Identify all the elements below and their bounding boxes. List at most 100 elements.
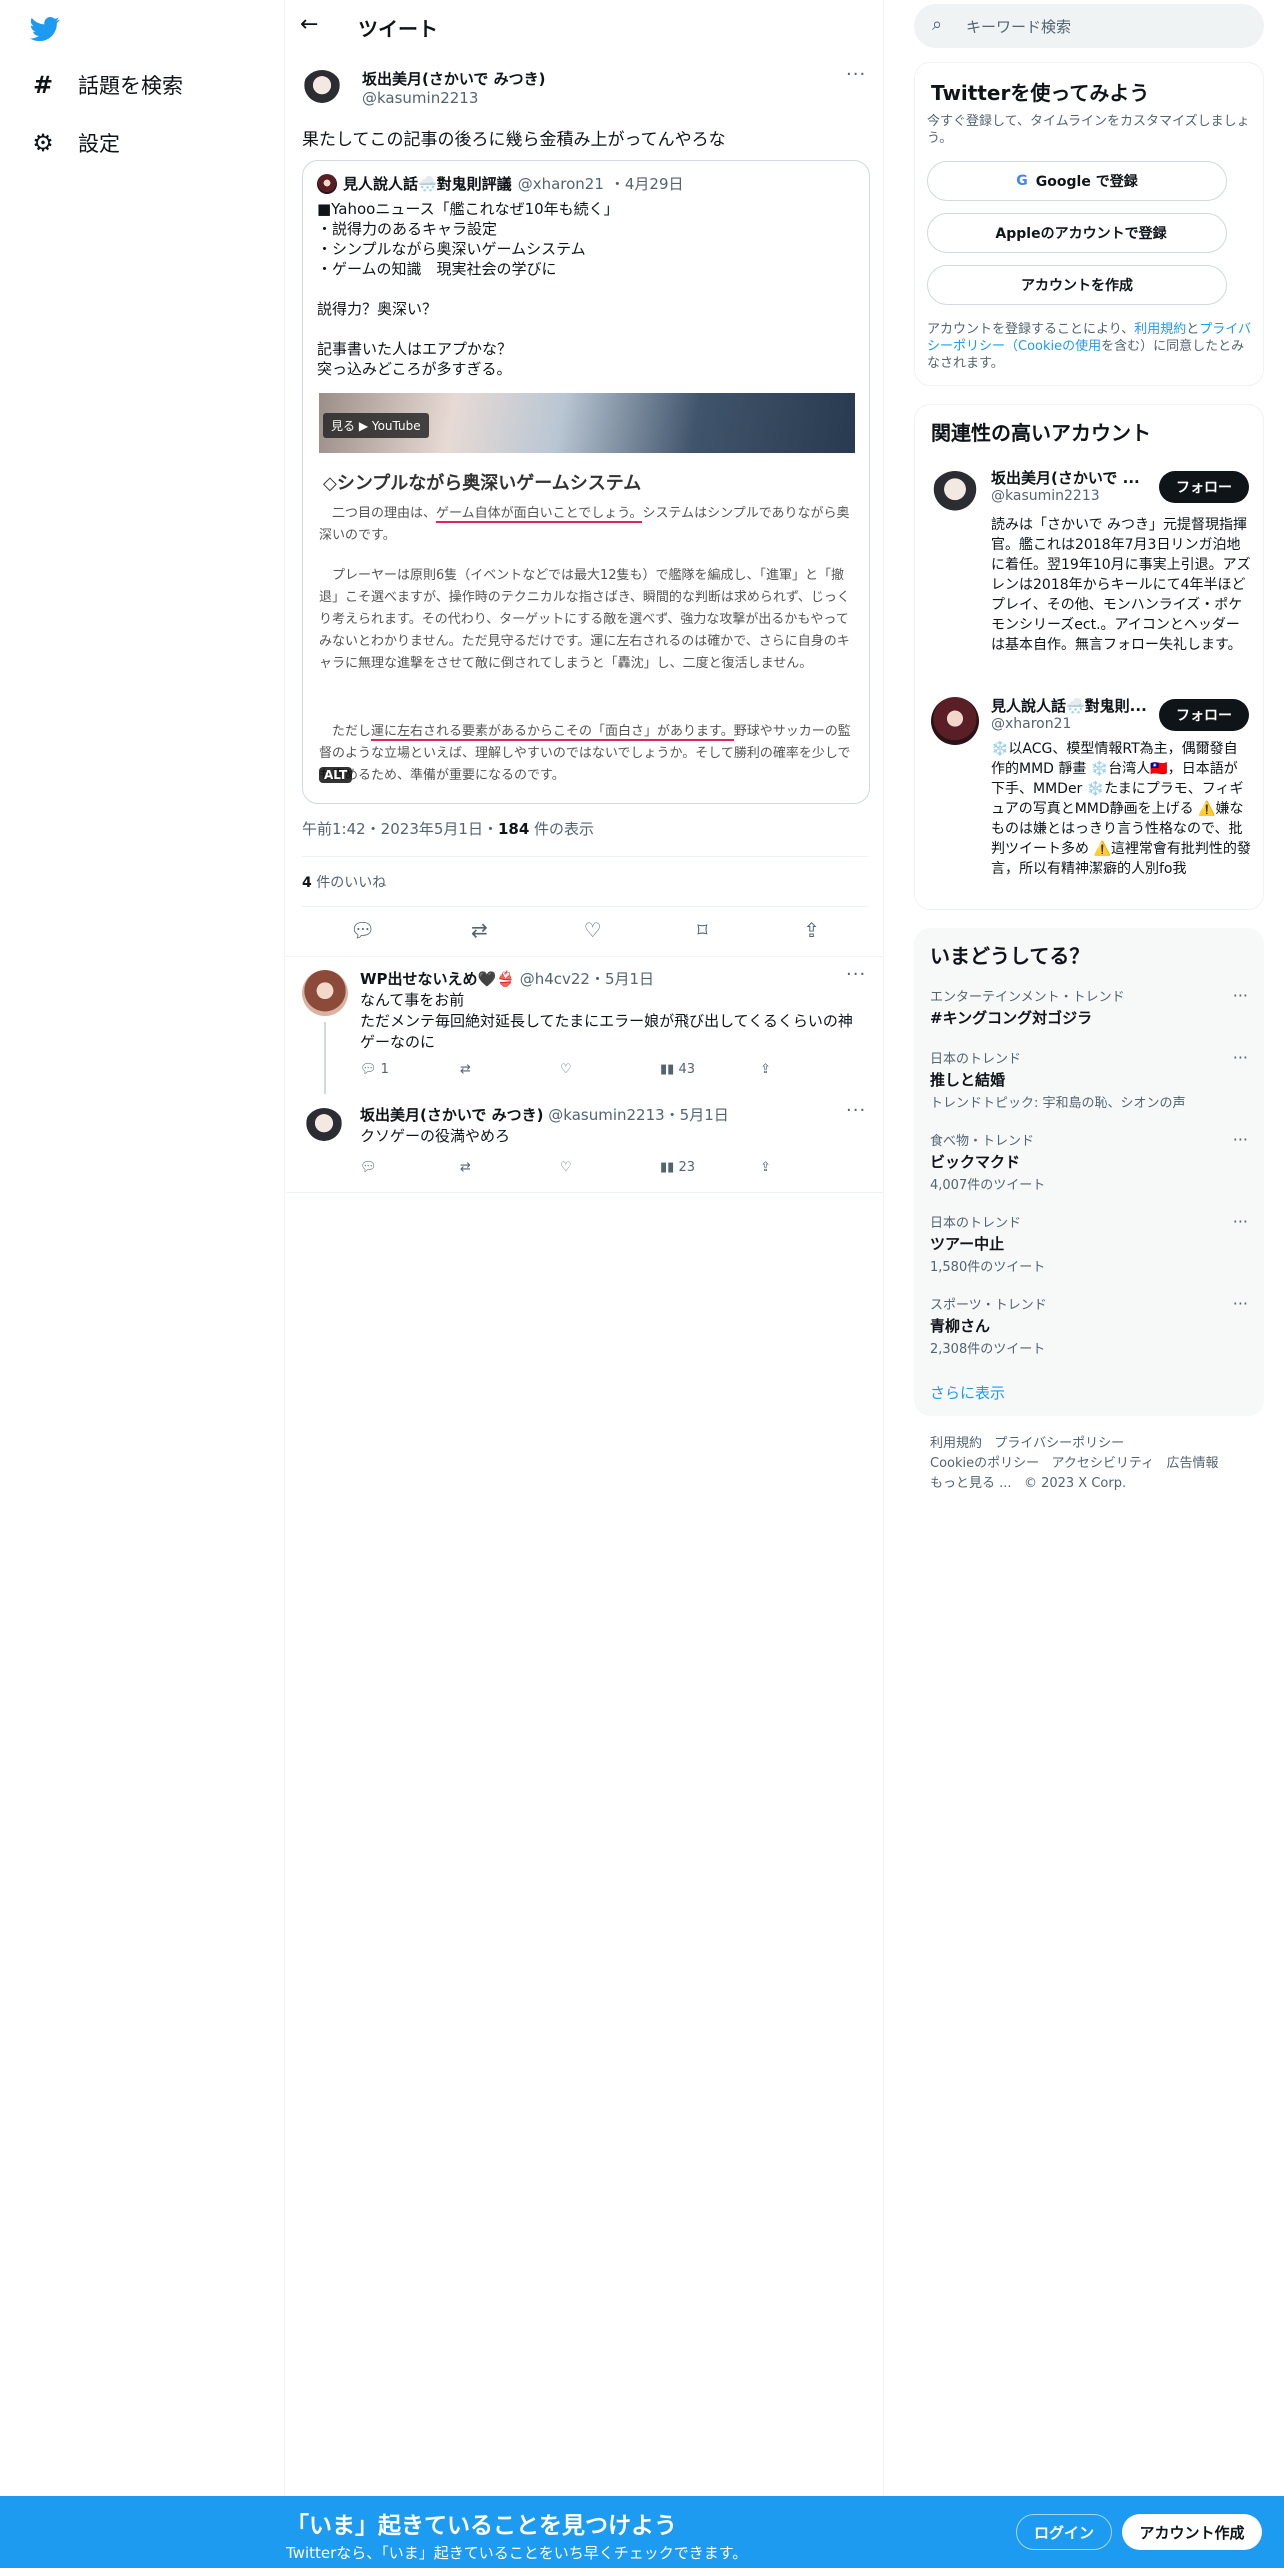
trend-title: 推しと結婚 <box>930 1071 1006 1089</box>
left-sidebar: # 話題を検索 ⚙ 設定 <box>0 0 285 2568</box>
trend-title: #キングコング対ゴジラ <box>930 1009 1093 1027</box>
footer-more[interactable]: もっと見る ... <box>930 1476 1012 1491</box>
likes-label: 件のいいね <box>311 875 387 891</box>
article-text: 二つ目の理由は、 <box>319 506 437 521</box>
reply-header: WP出せないえめ🖤👙 @h4cv22・5月1日 <box>360 968 654 989</box>
like-icon[interactable]: ♡ <box>560 1160 660 1175</box>
quote-image[interactable]: 見る ▶ YouTube ◇シンプルながら奥深いゲームシステム 二つ目の理由は、… <box>319 393 855 789</box>
more-icon[interactable]: ··· <box>846 964 866 985</box>
avatar[interactable] <box>302 70 342 110</box>
reply-author-name[interactable]: 坂出美月(さかいで みつき) <box>360 1106 543 1124</box>
trend-title: 青柳さん <box>930 1317 991 1335</box>
trend-item[interactable]: 食べ物・トレンド ビックマクド 4,007件のツイート ··· <box>930 1130 1248 1193</box>
show-more-link[interactable]: さらに表示 <box>930 1382 1005 1403</box>
tweet-author[interactable]: 坂出美月(さかいで みつき) @kasumin2213 <box>362 68 545 107</box>
cookie-link[interactable]: （Cookieの使用 <box>1005 339 1101 354</box>
footer-ads[interactable]: 広告情報 <box>1167 1456 1219 1471</box>
trends-card: いまどうしてる？ エンターテインメント・トレンド #キングコング対ゴジラ ···… <box>914 928 1264 1416</box>
signup-title: Twitterを使ってみよう <box>931 81 1150 105</box>
more-icon[interactable]: ··· <box>846 1100 866 1121</box>
search-input[interactable]: キーワード検索 <box>966 16 1071 37</box>
more-icon[interactable]: ··· <box>1233 1212 1248 1231</box>
reply-author-handle: @kasumin2213 <box>548 1106 665 1124</box>
trend-category: 日本のトレンド <box>930 1052 1022 1067</box>
account-name: 見人說人話🌨️對鬼則... <box>991 697 1147 715</box>
retweet-icon[interactable]: ⇄ <box>460 1160 560 1175</box>
bottom-bar-subtitle: Twitterなら、「いま」起きていることをいち早くチェックできます。 <box>286 2544 748 2562</box>
tweet-timestamp[interactable]: 午前1:42・2023年5月1日・ <box>302 820 498 838</box>
nav-settings[interactable]: ⚙ 設定 <box>28 128 120 158</box>
follow-button[interactable]: フォロー <box>1159 471 1249 503</box>
likes-stat[interactable]: 4 件のいいね <box>302 872 386 892</box>
share-icon[interactable]: ⇪ <box>760 1062 860 1077</box>
apple-signup-button[interactable]: Appleのアカウントで登録 <box>927 213 1227 253</box>
retweet-icon[interactable]: ⇄ <box>460 1062 560 1077</box>
create-account-button[interactable]: アカウントを作成 <box>927 265 1227 305</box>
views-button[interactable]: ▮▮ 23 <box>660 1160 760 1175</box>
account-handle: @xharon21 <box>991 716 1072 732</box>
google-icon: G <box>1016 173 1028 189</box>
share-icon[interactable]: ⇪ <box>760 1160 860 1175</box>
footer-privacy[interactable]: プライバシーポリシー <box>994 1436 1124 1451</box>
reply-button[interactable]: 💬︎ <box>360 1160 460 1175</box>
like-icon[interactable]: ♡ <box>584 918 602 942</box>
avatar[interactable] <box>931 697 979 745</box>
trend-item[interactable]: 日本のトレンド 推しと結婚 トレンドトピック: 宇和島の恥、シオンの声 ··· <box>930 1048 1248 1111</box>
trend-extra: トレンドトピック: 宇和島の恥、シオンの声 <box>930 1096 1186 1111</box>
reply-tweet[interactable]: WP出せないえめ🖤👙 @h4cv22・5月1日 ··· なんて事をお前 ただメン… <box>286 956 884 1098</box>
trend-item[interactable]: エンターテインメント・トレンド #キングコング対ゴジラ ··· <box>930 986 1248 1028</box>
trend-count: 1,580件のツイート <box>930 1260 1046 1275</box>
more-icon[interactable]: ··· <box>1233 1294 1248 1313</box>
reply-tweet[interactable]: 坂出美月(さかいで みつき) @kasumin2213・5月1日 ··· クソゲ… <box>286 1098 884 1194</box>
quote-tweet[interactable]: 見人說人話🌨️對鬼則評議 @xharon21 ・4月29日 ■Yahooニュース… <box>302 160 870 804</box>
video-thumbnail[interactable]: 見る ▶ YouTube <box>319 393 855 453</box>
avatar[interactable] <box>931 471 979 519</box>
article-heading: ◇シンプルながら奥深いゲームシステム <box>323 473 642 494</box>
retweet-icon[interactable]: ⇄ <box>471 918 488 942</box>
terms-link[interactable]: 利用規約 <box>1134 322 1186 337</box>
reply-icon[interactable]: 💬︎ <box>350 918 375 942</box>
reply-button[interactable]: 💬︎ 1 <box>360 1062 460 1077</box>
google-signup-button[interactable]: G Google で登録 <box>927 161 1227 201</box>
signup-subtitle: 今すぐ登録して、タイムラインをカスタマイズしましょう。 <box>927 114 1250 146</box>
article-paragraph: ただし運に左右される要素があるからこその「面白さ」があります。野球やサッカーの監… <box>319 721 855 787</box>
more-icon[interactable]: ··· <box>846 64 866 85</box>
author-handle: @kasumin2213 <box>362 89 479 107</box>
like-icon[interactable]: ♡ <box>560 1062 660 1077</box>
nav-explore[interactable]: # 話題を検索 <box>28 70 183 100</box>
search-bar[interactable]: ⌕ キーワード検索 <box>914 4 1264 48</box>
login-button[interactable]: ログイン <box>1016 2514 1112 2550</box>
avatar[interactable] <box>302 970 348 1016</box>
views-label: 件の表示 <box>529 820 595 838</box>
article-highlight: ゲーム自体が面白いことでしょう。 <box>436 506 643 523</box>
gear-icon: ⚙ <box>32 129 54 157</box>
views-button[interactable]: ▮▮ 43 <box>660 1062 760 1077</box>
trend-count: 4,007件のツイート <box>930 1178 1046 1193</box>
more-icon[interactable]: ··· <box>1233 1130 1248 1149</box>
reply-author-name[interactable]: WP出せないえめ🖤👙 <box>360 970 515 988</box>
trend-item[interactable]: スポーツ・トレンド 青柳さん 2,308件のツイート ··· <box>930 1294 1248 1357</box>
avatar[interactable] <box>304 1108 344 1148</box>
related-accounts-card: 関連性の高いアカウント 坂出美月(さかいで ... @kasumin2213 フ… <box>914 404 1264 910</box>
footer-cookie[interactable]: Cookieのポリシー <box>930 1456 1039 1471</box>
alt-badge[interactable]: ALT <box>319 767 353 783</box>
youtube-watch-button[interactable]: 見る ▶ YouTube <box>323 413 429 438</box>
account-item[interactable]: 見人說人話🌨️對鬼則... @xharon21 フォロー ❄️以ACG、模型情報… <box>915 687 1265 907</box>
more-icon[interactable]: ··· <box>1233 1048 1248 1067</box>
more-icon[interactable]: ··· <box>1233 986 1248 1005</box>
related-title: 関連性の高いアカウント <box>931 421 1151 445</box>
article-text: ただし <box>319 724 372 739</box>
terms-text: アカウントを登録することにより、 <box>927 322 1135 337</box>
share-icon[interactable]: ⇪ <box>803 918 820 942</box>
account-item[interactable]: 坂出美月(さかいで ... @kasumin2213 フォロー 読みは「さかいで… <box>915 459 1265 669</box>
back-arrow-icon[interactable]: ← <box>300 12 318 37</box>
trend-item[interactable]: 日本のトレンド ツアー中止 1,580件のツイート ··· <box>930 1212 1248 1275</box>
footer-terms[interactable]: 利用規約 <box>930 1436 982 1451</box>
account-identity: 坂出美月(さかいで ... @kasumin2213 <box>991 467 1161 504</box>
bookmark-icon[interactable]: ⌑ <box>697 918 707 942</box>
signup-button[interactable]: アカウント作成 <box>1122 2514 1262 2550</box>
follow-button[interactable]: フォロー <box>1159 699 1249 731</box>
reply-header: 坂出美月(さかいで みつき) @kasumin2213・5月1日 <box>360 1104 729 1125</box>
footer-accessibility[interactable]: アクセシビリティ <box>1052 1456 1155 1471</box>
twitter-bird-icon[interactable] <box>28 14 62 44</box>
